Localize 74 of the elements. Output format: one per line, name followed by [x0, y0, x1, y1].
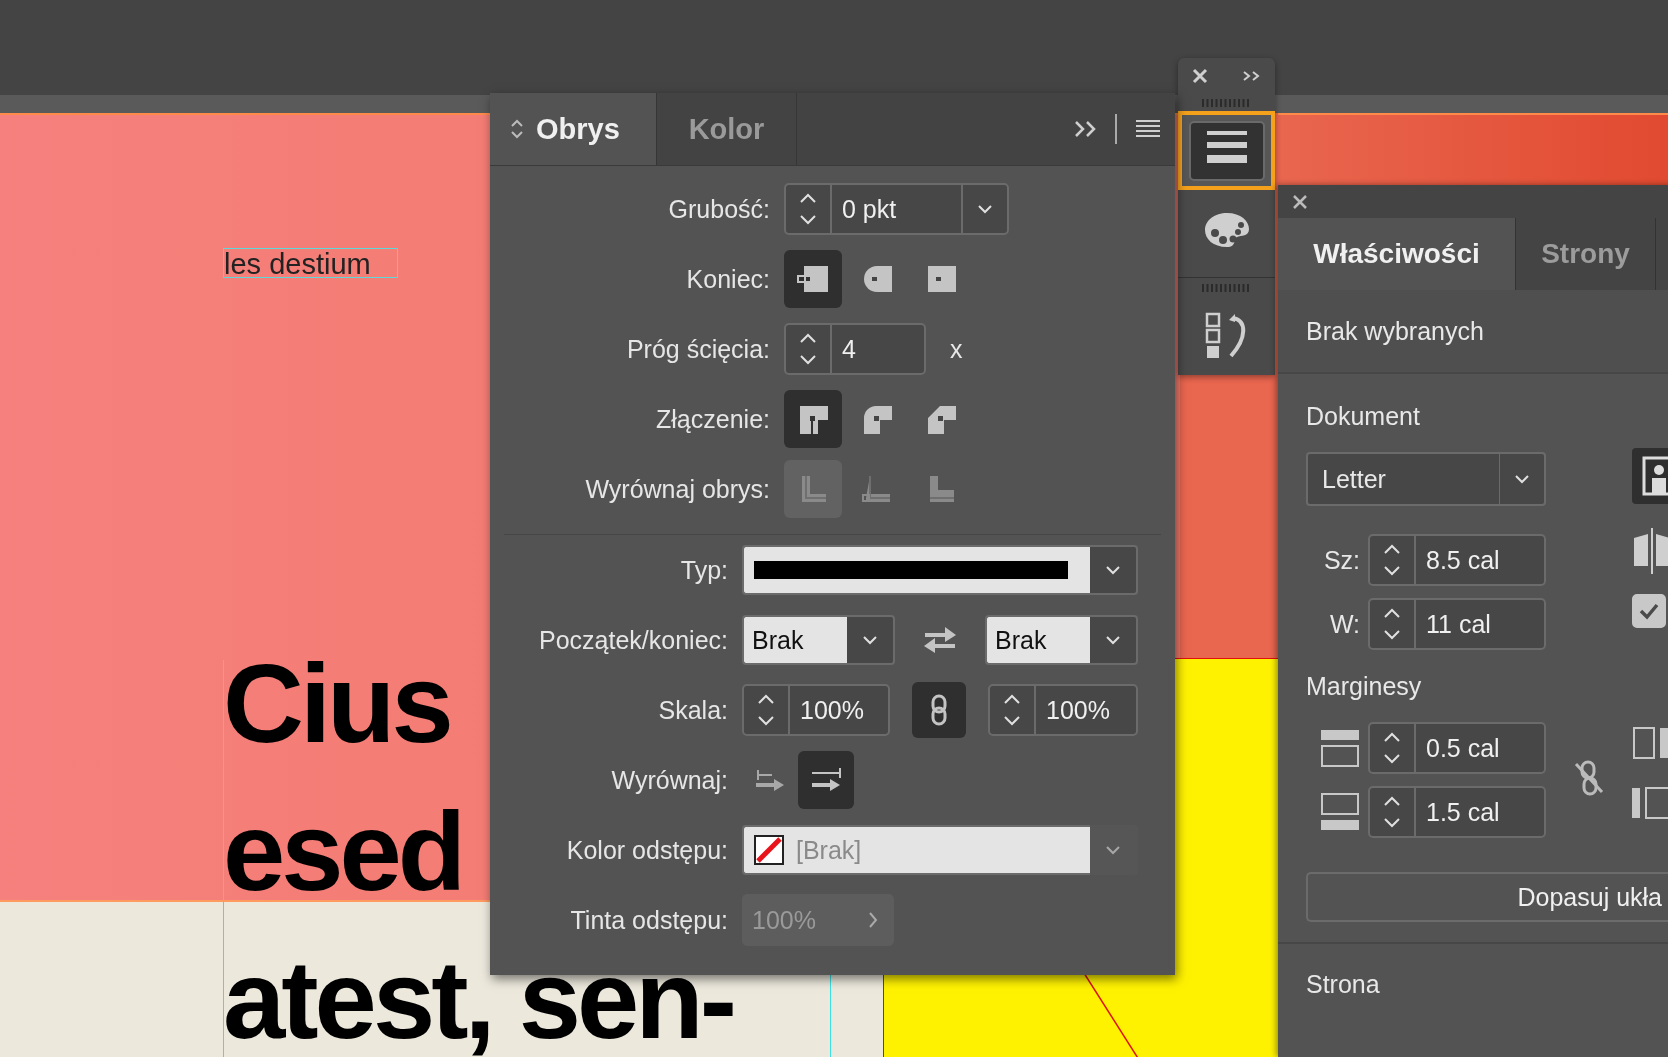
bottom-margin-icon [1320, 792, 1360, 832]
field-label: Wyrównaj: [610, 764, 728, 796]
facing-pages-icon [1632, 526, 1668, 576]
field-label: Skala: [657, 694, 728, 726]
field-label: Próg ścięcia: [625, 333, 770, 365]
number-field[interactable]: 11 cal [1368, 598, 1546, 650]
field-label: Wyrównaj obrys: [584, 473, 770, 505]
single-page-icon [1632, 726, 1668, 760]
stepper-icon [756, 693, 776, 727]
panel-button[interactable] [1178, 296, 1275, 375]
field-label: W: [1329, 609, 1360, 639]
number-field[interactable]: 100% [742, 684, 890, 736]
stepper-icon [1002, 693, 1022, 727]
headline-text: esed [223, 788, 463, 916]
panel-button[interactable] [1178, 111, 1275, 190]
none-swatch-icon [754, 835, 784, 865]
option-button[interactable] [798, 751, 854, 809]
portrait-icon [1642, 456, 1668, 496]
field-label: Sz: [1323, 545, 1360, 575]
expand-icon[interactable] [1241, 68, 1262, 83]
chevron-down-icon [1105, 845, 1121, 855]
number-field[interactable]: 0.5 cal [1368, 722, 1546, 774]
field-label: Początek/koniec: [538, 624, 728, 656]
adjust-layout-button[interactable]: Dopasuj ukła [1306, 872, 1668, 922]
swap-icon[interactable] [923, 625, 957, 655]
headline-text: atest, sen- [223, 936, 733, 1057]
checkbox[interactable] [1632, 594, 1666, 628]
text-frame: les destium [223, 248, 398, 278]
menu-icon[interactable] [1135, 119, 1161, 139]
unit-label: x [950, 334, 963, 364]
stepper-icon [1382, 607, 1402, 641]
close-icon[interactable] [1191, 67, 1208, 84]
top-margin-icon [1320, 728, 1360, 768]
chevron-down-icon [1514, 474, 1530, 484]
number-field[interactable]: 100% [988, 684, 1138, 736]
panel-tab[interactable]: Obrys [490, 93, 657, 165]
chain-link-icon [930, 694, 948, 726]
link-button[interactable] [1574, 760, 1604, 796]
headline-text: Cius [223, 640, 450, 768]
broken-link-icon [1574, 760, 1604, 796]
selection-status: Brak wybranych [1278, 290, 1668, 374]
stepper-icon [1382, 731, 1402, 765]
number-field[interactable]: 4 [784, 323, 926, 375]
number-field[interactable]: 8.5 cal [1368, 534, 1546, 586]
page-size-dropdown[interactable]: Letter [1306, 452, 1500, 506]
number-field[interactable]: 0 pkt [784, 183, 1009, 235]
number-field[interactable]: 1.5 cal [1368, 786, 1546, 838]
section-heading: Strona [1305, 968, 1381, 1000]
link-button[interactable] [912, 682, 966, 738]
field-label: Koniec: [685, 263, 770, 295]
section-heading: Marginesy [1306, 670, 1423, 702]
checkmark-icon [1638, 602, 1660, 620]
field-label: Złączenie: [655, 403, 770, 435]
grip-icon [1201, 284, 1252, 293]
field-label: Typ: [679, 554, 728, 586]
up-down-icon [510, 118, 524, 140]
field-label: Tinta odstępu: [569, 904, 728, 936]
panel-tab[interactable]: Kolor [657, 93, 797, 165]
field-label: Kolor odstępu: [565, 834, 728, 866]
chevron-down-icon [977, 204, 993, 214]
option-button[interactable] [784, 250, 842, 308]
option-button[interactable] [784, 390, 842, 448]
stepper-icon [798, 332, 818, 366]
field-label: Grubość: [667, 193, 770, 225]
spread-icon [1632, 786, 1668, 820]
section-heading: Dokument [1306, 400, 1421, 432]
close-icon[interactable] [1292, 193, 1308, 210]
stepper-icon [798, 192, 818, 226]
stepper-icon [1382, 543, 1402, 577]
panel-tab[interactable]: Właściwości [1278, 218, 1516, 290]
orientation-button[interactable] [1632, 448, 1668, 504]
chevron-right-icon [868, 911, 878, 929]
grip-icon [1201, 99, 1252, 108]
stepper-icon [1382, 795, 1402, 829]
